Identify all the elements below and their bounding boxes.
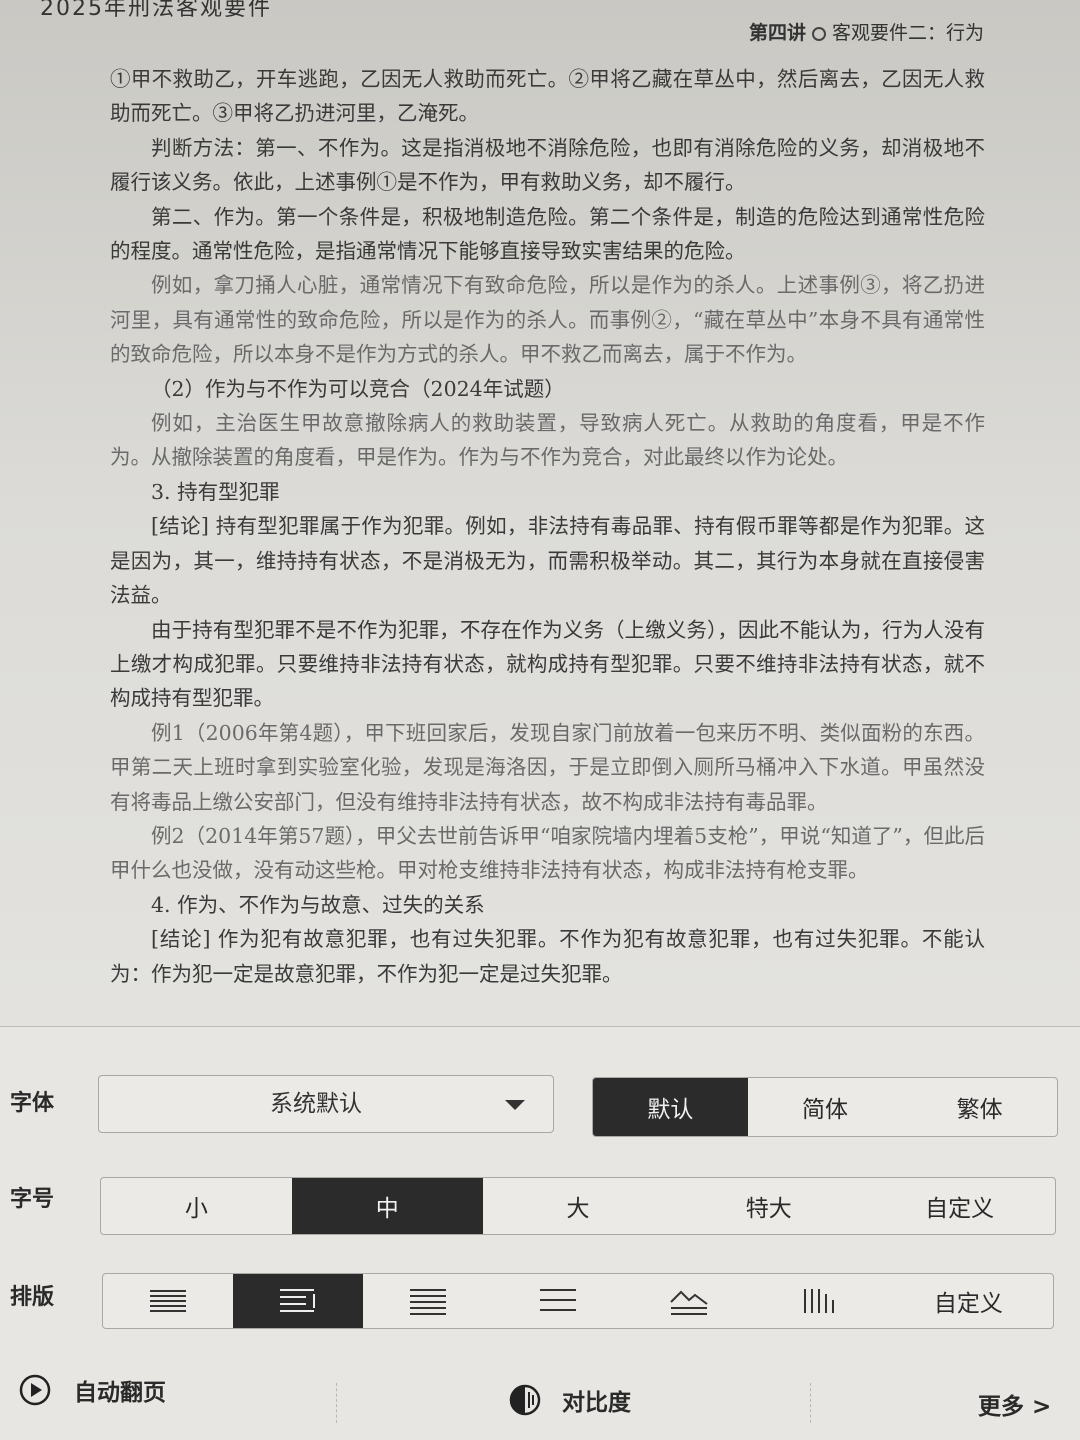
script-option[interactable]: 默认 — [593, 1078, 748, 1136]
font-family-value: 系统默认 — [270, 1091, 362, 1117]
chevron-down-icon — [505, 1100, 525, 1110]
running-header: 第四讲 客观要件二：行为 — [749, 18, 984, 45]
body-paragraph: 3. 持有型犯罪 — [151, 479, 280, 504]
more-label: 更多 > — [978, 1394, 1052, 1420]
bottom-toolbar: 自动翻页 对比度 更多 > — [0, 1357, 1080, 1440]
body-paragraph: 4. 作为、不作为与故意、过失的关系 — [151, 892, 485, 917]
layout-custom-option[interactable]: 自定义 — [884, 1274, 1053, 1328]
layout-option[interactable] — [103, 1274, 233, 1328]
font-size-option[interactable]: 中 — [291, 1178, 483, 1234]
layout-vertical-icon — [803, 1289, 834, 1313]
section-label: 客观要件二：行为 — [831, 22, 984, 44]
script-option[interactable]: 繁体 — [902, 1078, 1057, 1136]
font-size-option[interactable]: 特大 — [673, 1178, 864, 1234]
body-paragraph: 例如，拿刀捅人心脏，通常情况下有致命危险，所以是作为的杀人。上述事例③，将乙扔进… — [110, 273, 985, 367]
layout-loose-icon — [540, 1289, 577, 1311]
script-variant-selector[interactable]: 默认 简体 繁体 — [592, 1077, 1058, 1137]
font-size-option[interactable]: 大 — [483, 1178, 674, 1234]
layout-selector[interactable]: 自定义 — [102, 1273, 1054, 1329]
more-button[interactable]: 更多 > — [978, 1387, 1051, 1421]
reading-settings-panel: 字体 系统默认 默认 简体 繁体 字号 小中大特大 自定义 排版 自定义 自动翻页 — [0, 1026, 1080, 1440]
toolbar-divider — [810, 1383, 811, 1423]
font-size-option[interactable]: 自定义 — [864, 1178, 1055, 1234]
toolbar-divider — [336, 1383, 337, 1423]
script-option[interactable]: 简体 — [748, 1078, 903, 1136]
reading-page[interactable]: 2025年刑法客观要件 第四讲 客观要件二：行为 ①甲不救助乙，开车逃跑，乙因无人… — [0, 0, 1080, 1028]
body-paragraph: 由于持有型犯罪不是不作为犯罪，不存在作为义务（上缴义务），因此不能认为，行为人没… — [110, 617, 985, 711]
top-cut-text: 2025年刑法客观要件 — [40, 0, 272, 21]
auto-page-label: 自动翻页 — [74, 1380, 166, 1406]
body-paragraph: （2）作为与不作为可以竞合（2024年试题） — [151, 376, 565, 401]
body-paragraph: [结论] 作为犯有故意犯罪，也有过失犯罪。不作为犯有故意犯罪，也有过失犯罪。不能… — [110, 927, 985, 986]
layout-option[interactable] — [754, 1274, 884, 1328]
reader-screen: 2025年刑法客观要件 第四讲 客观要件二：行为 ①甲不救助乙，开车逃跑，乙因无人… — [0, 0, 1080, 1440]
body-paragraph: [结论] 持有型犯罪属于作为犯罪。例如，非法持有毒品罪、持有假币罪等都是作为犯罪… — [110, 514, 985, 608]
contrast-button[interactable]: 对比度 — [508, 1383, 631, 1417]
auto-page-button[interactable]: 自动翻页 — [18, 1373, 166, 1407]
font-row-label: 字体 — [10, 1091, 55, 1116]
font-size-option[interactable]: 小 — [101, 1178, 292, 1234]
body-text: ①甲不救助乙，开车逃跑，乙因无人救助而死亡。②甲将乙藏在草丛中，然后离去，乙因无… — [110, 62, 985, 991]
layout-row-label: 排版 — [10, 1285, 55, 1310]
layout-option[interactable] — [493, 1274, 623, 1328]
contrast-icon — [509, 1384, 541, 1416]
layout-option[interactable] — [233, 1274, 364, 1328]
body-paragraph: 例如，主治医生甲故意撤除病人的救助装置，导致病人死亡。从救助的角度看，甲是不作为… — [110, 411, 985, 470]
layout-compact-icon — [280, 1289, 316, 1312]
body-paragraph: 判断方法：第一、不作为。这是指消极地不消除危险，也即有消除危险的义务，却消极地不… — [110, 135, 985, 195]
play-circle-icon — [19, 1374, 51, 1406]
layout-option[interactable] — [624, 1274, 754, 1328]
body-paragraph: 第二、作为。第一个条件是，积极地制造危险。第二个条件是，制造的危险达到通常性危险… — [110, 204, 985, 264]
layout-normal-icon — [410, 1289, 447, 1315]
font-size-selector[interactable]: 小中大特大 自定义 — [100, 1177, 1056, 1235]
layout-landscape-icon — [669, 1290, 708, 1315]
body-paragraph: 例2（2014年第57题），甲父去世前告诉甲“咱家院墙内埋着5支枪”，甲说“知道… — [110, 823, 985, 883]
font-family-dropdown[interactable]: 系统默认 — [98, 1075, 554, 1133]
size-row-label: 字号 — [10, 1187, 55, 1212]
layout-dense-icon — [150, 1290, 187, 1312]
body-paragraph: 例1（2006年第4题），甲下班回家后，发现自家门前放着一包来历不明、类似面粉的… — [110, 720, 985, 814]
contrast-label: 对比度 — [562, 1390, 631, 1416]
layout-option[interactable] — [363, 1274, 493, 1328]
header-dot-icon — [811, 26, 826, 41]
chapter-label: 第四讲 — [748, 22, 806, 44]
body-paragraph: ①甲不救助乙，开车逃跑，乙因无人救助而死亡。②甲将乙藏在草丛中，然后离去，乙因无… — [110, 67, 985, 126]
